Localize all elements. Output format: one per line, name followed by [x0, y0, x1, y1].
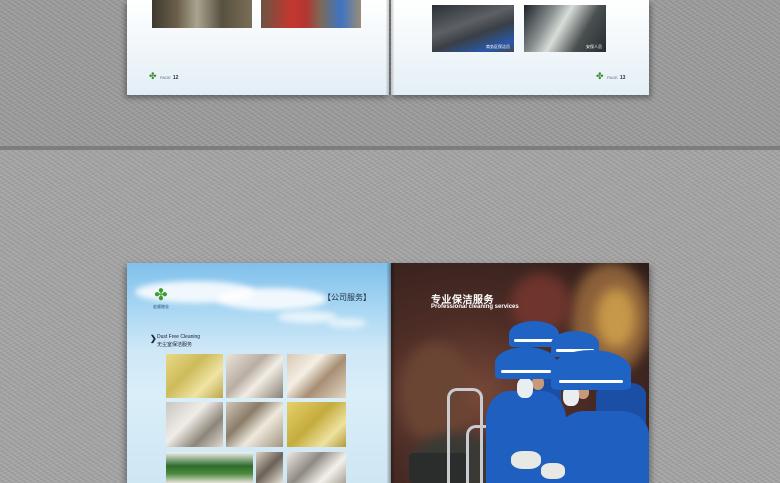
garden-photo [166, 452, 253, 483]
page-number: 12 [172, 75, 179, 81]
face-mask [517, 378, 533, 398]
background-blur [596, 288, 636, 348]
yellow-room-photo [287, 402, 346, 447]
company-logo: ✤ 宏顺物业 [149, 288, 173, 310]
photo-caption: 安保人员 [586, 44, 602, 49]
equipment-room-photo [152, 0, 252, 28]
page-label: PAGE [160, 75, 171, 80]
chevron-right-icon: ❯ [150, 334, 157, 343]
ceiling-cleaning-photo [166, 354, 223, 398]
page-subtitle: Professional cleaning services [431, 304, 519, 310]
kitchen-cleaning-photo [226, 354, 283, 398]
room-cleaning-photo [287, 452, 346, 483]
brochure-services-page: ✤ 宏顺物业 【公司服务】 · · · · · ❯ Dust Free Clea… [127, 263, 391, 483]
brochure-page-12: ✤ PAGE 12 [127, 0, 389, 95]
fire-pump-room-photo [261, 0, 361, 28]
leaf-logo-icon: ✤ [149, 71, 157, 81]
leaf-logo-icon: ✤ [596, 71, 604, 81]
photo-caption: 商务区保洁员 [486, 44, 510, 49]
worker-standing-photo [256, 452, 283, 483]
brochure-cleaning-cover-page: 专业保洁服务 Professional cleaning services [391, 263, 649, 483]
cloud [327, 318, 367, 328]
book-spine [387, 263, 395, 483]
cloud [217, 288, 327, 310]
glove-inspection-photo [166, 402, 223, 447]
section-dots: · · · · · [332, 303, 371, 308]
floor-scrubbing-photo [226, 402, 283, 447]
page-number-13: PAGE 13 [607, 75, 625, 81]
logo-text: 宏顺物业 [153, 304, 169, 309]
service-title-en: Dust Free Cleaning [157, 334, 201, 340]
worker-uniform [557, 411, 649, 483]
page-number: 13 [619, 75, 626, 81]
worker-cap [551, 350, 631, 390]
section-tag: 【公司服务】 [323, 293, 371, 302]
worker-cap [495, 347, 557, 379]
security-guard-photo: 安保人员 [524, 5, 606, 52]
worker-glove [511, 451, 541, 469]
worker-cleaning-photo: 商务区保洁员 [432, 5, 514, 52]
wall-wiping-photo [287, 354, 346, 398]
leaf-logo-icon: ✤ [154, 287, 168, 304]
service-title-zh: 无尘室保洁服务 [157, 342, 193, 348]
brochure-page-13: 商务区保洁员 安保人员 ✤ PAGE 13 [391, 0, 649, 95]
page-number-12: PAGE 12 [160, 75, 178, 81]
book-spine [386, 0, 394, 95]
page-label: PAGE [607, 75, 618, 80]
worker-glove [541, 463, 565, 479]
